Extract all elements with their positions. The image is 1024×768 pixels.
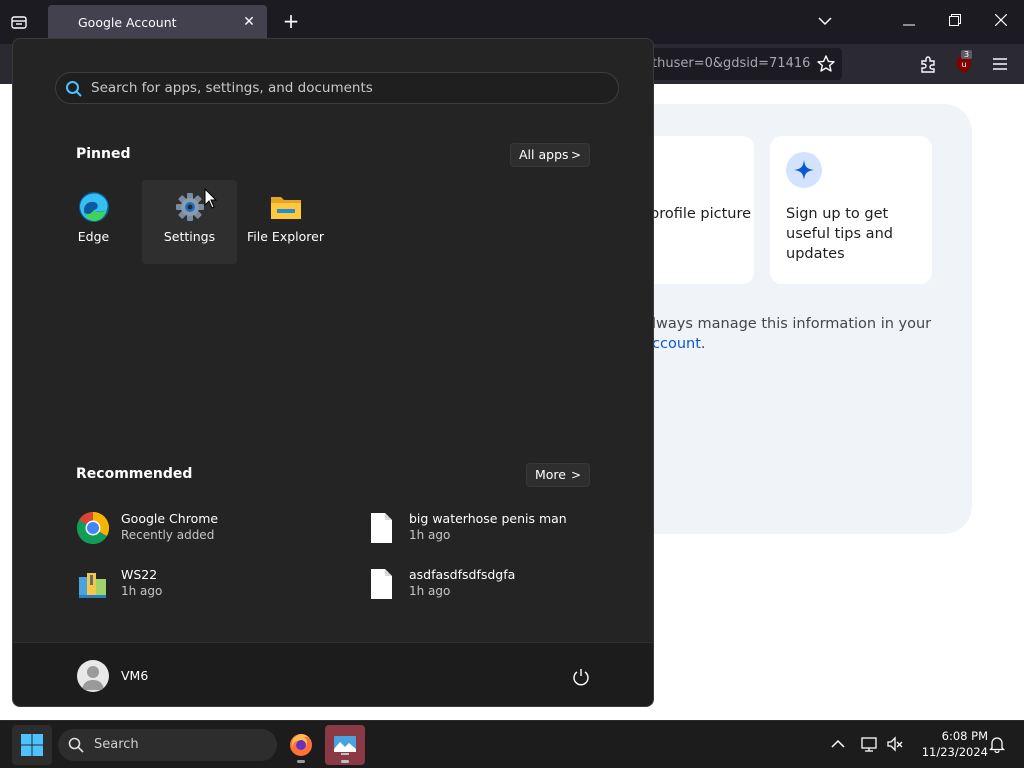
manage-period: . (700, 336, 706, 352)
pinned-app-label: File Explorer (247, 229, 324, 244)
more-label: More (535, 467, 566, 482)
recommended-item-document-1[interactable]: big waterhose penis man 1h ago (364, 509, 614, 549)
chevron-right-icon: > (570, 148, 581, 162)
taskbar-search-box[interactable]: Search (58, 729, 277, 761)
manage-info-text: lways manage this information in your cc… (652, 314, 931, 354)
tab-list-icon[interactable] (8, 12, 30, 32)
chrome-icon (76, 511, 110, 545)
tile-tips-line: useful tips and (786, 226, 893, 242)
more-button[interactable]: More > (526, 463, 590, 487)
start-menu: Search for apps, settings, and documents… (12, 38, 654, 707)
notification-bell-icon[interactable] (988, 735, 1006, 754)
url-text: thuser=0&gdsid=71416 (652, 56, 811, 71)
recommended-item-ws22[interactable]: WS22 1h ago (76, 565, 326, 605)
recommended-name: big waterhose penis man (409, 511, 567, 526)
pinned-app-label: Settings (163, 229, 216, 244)
start-user-bar: VM6 (13, 642, 653, 706)
close-window-icon[interactable] (989, 10, 1013, 34)
svg-text:u: u (961, 60, 966, 69)
document-icon (364, 567, 398, 601)
browser-tab[interactable]: Google Account ✕ (48, 5, 267, 40)
taskbar: Search 6:08 PM 11/23/2024 (0, 720, 1024, 768)
running-indicator (341, 760, 349, 763)
chevron-right-icon: > (570, 468, 581, 482)
pinned-app-label: Edge (77, 229, 110, 244)
list-all-tabs-icon[interactable] (813, 10, 837, 34)
taskbar-firefox[interactable] (281, 725, 321, 765)
document-icon (364, 511, 398, 545)
chevron-up-icon[interactable] (829, 735, 847, 753)
tile-tips-line: Sign up to get (786, 206, 889, 222)
clock-date: 11/23/2024 (921, 745, 988, 759)
recommended-subtitle: 1h ago (409, 584, 451, 598)
all-apps-label: All apps (519, 147, 569, 162)
firefox-icon (290, 734, 312, 756)
manage-line: lways manage this information in your (652, 316, 932, 332)
taskbar-active-app[interactable] (325, 725, 365, 765)
ublock-badge: 3 (961, 50, 973, 59)
recommended-name: Google Chrome (121, 511, 219, 526)
recommended-title: Recommended (76, 466, 193, 482)
volume-muted-icon[interactable] (886, 735, 904, 753)
recommended-subtitle: 1h ago (121, 584, 163, 598)
clock-time: 6:08 PM (941, 729, 988, 743)
power-icon[interactable] (571, 667, 591, 687)
pinned-app-settings[interactable]: Settings (142, 180, 237, 264)
new-tab-button[interactable]: + (281, 11, 301, 32)
pinned-app-file-explorer[interactable]: File Explorer (238, 180, 333, 264)
sparkle-icon (786, 152, 822, 188)
edge-icon (77, 190, 111, 224)
search-placeholder: Search for apps, settings, and documents (91, 80, 373, 96)
all-apps-button[interactable]: All apps > (510, 143, 590, 167)
recommended-item-document-2[interactable]: asdfasdfsdfsdgfa 1h ago (364, 565, 614, 605)
windows-start-button[interactable] (12, 725, 52, 765)
zip-folder-icon (76, 567, 110, 601)
recommended-name: WS22 (121, 567, 158, 582)
pinned-title: Pinned (76, 146, 131, 162)
taskbar-search-label: Search (94, 737, 139, 752)
search-icon (65, 80, 83, 98)
minimize-icon[interactable] (897, 10, 921, 34)
folder-icon (269, 190, 303, 224)
restore-icon[interactable] (943, 10, 967, 34)
tile-profile-text: profile picture (650, 206, 752, 222)
gear-icon (173, 190, 207, 224)
mouse-cursor-icon (204, 187, 218, 210)
search-icon (68, 737, 84, 753)
pinned-app-edge[interactable]: Edge (46, 180, 141, 264)
account-link[interactable]: ccount (652, 336, 701, 352)
taskbar-clock[interactable]: 6:08 PM 11/23/2024 (912, 728, 988, 760)
extensions-icon[interactable] (918, 54, 938, 74)
recommended-subtitle: 1h ago (409, 528, 451, 542)
running-indicator (297, 760, 305, 763)
user-name[interactable]: VM6 (121, 668, 148, 683)
tile-tips-line: updates (786, 246, 845, 262)
hamburger-menu-icon[interactable] (990, 56, 1010, 72)
start-search-input[interactable]: Search for apps, settings, and documents (55, 72, 619, 104)
tab-title: Google Account (78, 15, 177, 30)
bookmark-star-icon[interactable] (816, 54, 836, 74)
recommended-item-chrome[interactable]: Google Chrome Recently added (76, 509, 326, 549)
recommended-name: asdfasdfsdfsdgfa (409, 567, 516, 582)
remote-desktop-icon (334, 736, 356, 755)
recommended-subtitle: Recently added (121, 528, 215, 542)
close-tab-icon[interactable]: ✕ (241, 14, 257, 30)
network-icon[interactable] (860, 735, 878, 753)
avatar[interactable] (77, 660, 109, 692)
